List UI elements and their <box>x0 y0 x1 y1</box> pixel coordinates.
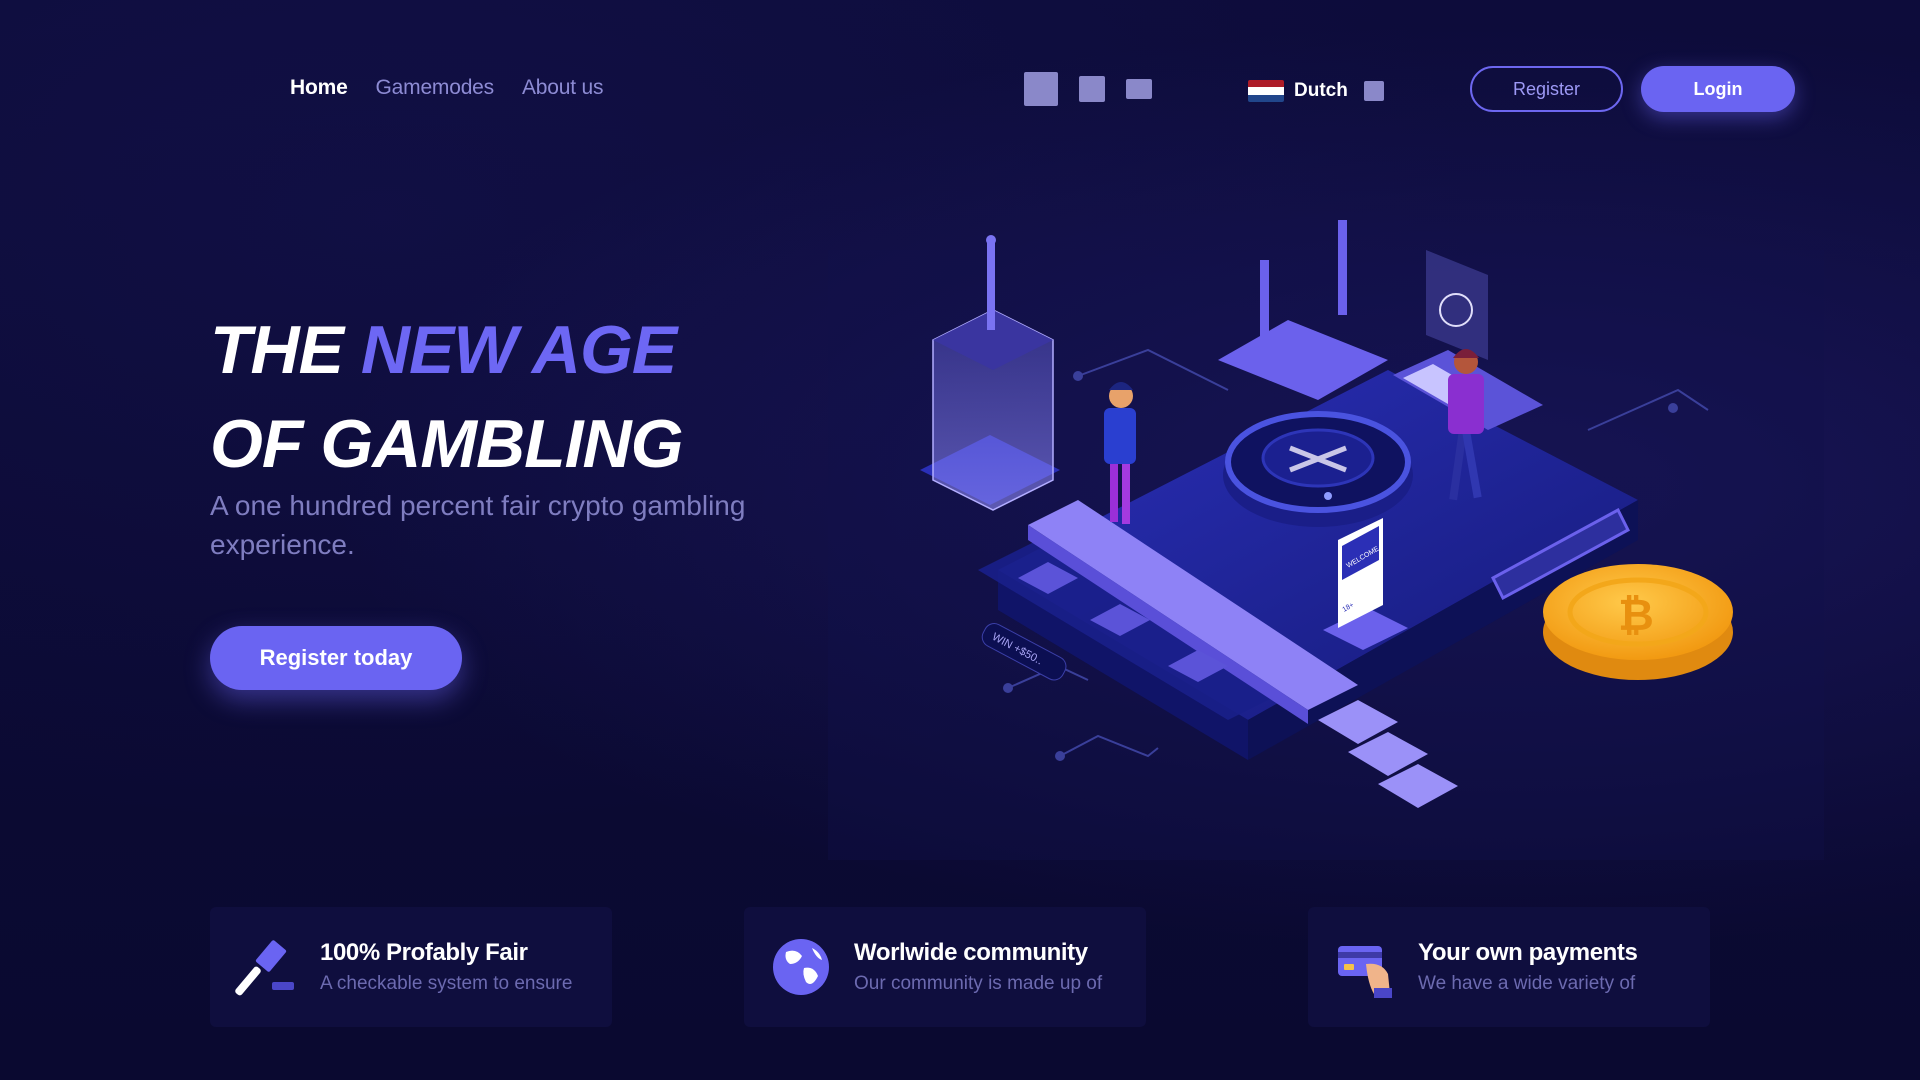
hero-title-line-2: OF GAMBLING <box>210 406 684 482</box>
circuit-node <box>1073 371 1083 381</box>
feature-text: Your own payments We have a wide variety… <box>1418 939 1638 995</box>
antenna-pole <box>987 240 995 330</box>
hero-title-part-1: THE <box>210 312 361 388</box>
person-left-legs <box>1122 462 1130 524</box>
chevron-down-icon <box>1363 81 1384 101</box>
language-label: Dutch <box>1294 80 1348 101</box>
bitcoin-coin: ₿ <box>1543 564 1733 680</box>
feature-description: A checkable system to ensure <box>320 973 573 994</box>
casino-illustration: WIN +$50.. WELCOME 18+ ₿ <box>828 220 1824 860</box>
gavel-icon <box>235 940 294 996</box>
hero-subtitle: A one hundred percent fair crypto gambli… <box>210 490 746 560</box>
landing-page: Home Gamemodes About us Dutch Register L… <box>0 0 1920 1080</box>
person-left-legs <box>1110 460 1118 522</box>
hero-title-accent: NEW AGE <box>360 312 677 388</box>
credit-card-icon <box>1338 946 1392 998</box>
login-button[interactable]: Login <box>1641 66 1795 112</box>
feature-title: Worlwide community <box>854 939 1088 966</box>
globe-icon <box>773 939 829 995</box>
nav-link-home[interactable]: Home <box>290 76 348 100</box>
coin-symbol: ₿ <box>1618 590 1654 641</box>
feature-description: Our community is made up of <box>854 973 1103 994</box>
feature-description: We have a wide variety of <box>1418 973 1636 994</box>
nav-link-gamemodes[interactable]: Gamemodes <box>376 76 495 100</box>
feature-text: Worlwide community Our community is made… <box>854 939 1102 995</box>
feature-text: 100% Profably Fair A checkable system to… <box>320 939 572 995</box>
circuit-node <box>1003 683 1013 693</box>
antenna-tip <box>986 235 996 245</box>
main-nav: Home Gamemodes About us <box>290 76 603 100</box>
circuit-node <box>1055 751 1065 761</box>
person-right-body <box>1448 374 1484 434</box>
feature-card-fair: 100% Profably Fair A checkable system to… <box>210 907 612 1027</box>
flag-stripe-white <box>1248 87 1284 95</box>
circuit-node <box>1668 403 1678 413</box>
feature-title: Your own payments <box>1418 939 1638 966</box>
hero-title-line-1: THE NEW AGE <box>210 316 677 384</box>
social-icon-1[interactable] <box>1024 72 1058 106</box>
register-today-button[interactable]: Register today <box>210 626 462 690</box>
social-icon-3[interactable] <box>1126 79 1152 99</box>
antenna-pole <box>1338 220 1347 315</box>
person-left-body <box>1104 408 1136 464</box>
flag-stripe-red <box>1248 80 1284 88</box>
flag-stripe-blue <box>1248 94 1284 102</box>
feature-card-community: Worlwide community Our community is made… <box>744 907 1146 1027</box>
register-button[interactable]: Register <box>1470 66 1623 112</box>
feature-title: 100% Profably Fair <box>320 939 528 966</box>
antenna-pole <box>1260 260 1269 350</box>
social-icon-2[interactable] <box>1079 76 1105 102</box>
feature-card-payments: Your own payments We have a wide variety… <box>1308 907 1710 1027</box>
roulette-ball <box>1324 492 1332 500</box>
netherlands-flag-icon <box>1248 80 1284 102</box>
language-selector[interactable]: Dutch <box>1248 80 1384 102</box>
nav-link-about-us[interactable]: About us <box>522 76 603 100</box>
